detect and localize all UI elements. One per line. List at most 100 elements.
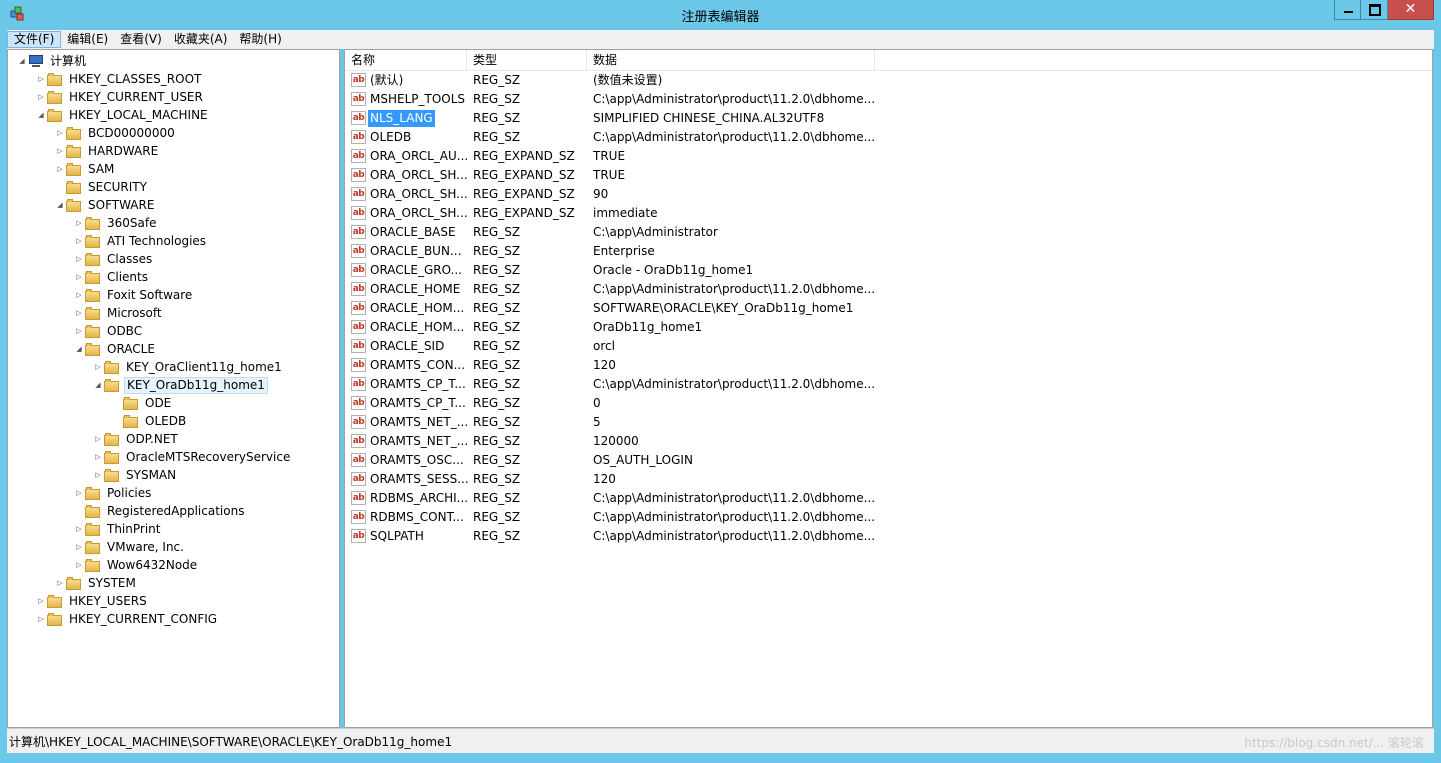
expand-arrow-icon[interactable]: ▷: [73, 556, 85, 574]
tree-node[interactable]: ▷ HKEY_CLASSES_ROOT: [35, 70, 203, 88]
tree-node[interactable]: ▷ Microsoft: [73, 304, 164, 322]
tree-node[interactable]: ▷ SAM: [54, 160, 116, 178]
value-row[interactable]: ab ORACLE_GRO... REG_SZ Oracle - OraDb11g_h…: [345, 261, 1432, 280]
collapse-arrow-icon[interactable]: ◢: [16, 52, 28, 70]
expand-arrow-icon[interactable]: ▷: [73, 268, 85, 286]
value-row[interactable]: ab ORA_ORCL_SH... REG_EXPAND_SZ 90: [345, 185, 1432, 204]
expand-arrow-icon[interactable]: ▷: [35, 610, 47, 628]
value-row[interactable]: ab ORA_ORCL_SH... REG_EXPAND_SZ TRUE: [345, 166, 1432, 185]
expand-arrow-icon[interactable]: ▷: [73, 232, 85, 250]
tree-node[interactable]: OLEDB: [111, 412, 188, 430]
expand-arrow-icon[interactable]: ▷: [73, 304, 85, 322]
expand-arrow-icon[interactable]: ▷: [54, 574, 66, 592]
close-button[interactable]: ✕: [1388, 0, 1434, 20]
minimize-button[interactable]: [1334, 0, 1361, 20]
tree-node[interactable]: ▷ KEY_OraClient11g_home1: [92, 358, 284, 376]
tree-node[interactable]: ▷ Clients: [73, 268, 150, 286]
tree-node[interactable]: SECURITY: [54, 178, 149, 196]
value-row[interactable]: ab ORAMTS_CP_T... REG_SZ C:\app\Administrat…: [345, 375, 1432, 394]
value-row[interactable]: ab MSHELP_TOOLS REG_SZ C:\app\Administrator…: [345, 90, 1432, 109]
tree-node[interactable]: ▷ SYSMAN: [92, 466, 178, 484]
collapse-arrow-icon[interactable]: ◢: [35, 106, 47, 124]
tree-node[interactable]: ▷ Classes: [73, 250, 154, 268]
collapse-arrow-icon[interactable]: ◢: [73, 340, 85, 358]
tree-node[interactable]: ▷ Policies: [73, 484, 153, 502]
value-row[interactable]: ab ORA_ORCL_SH... REG_EXPAND_SZ immediate: [345, 204, 1432, 223]
menu-edit[interactable]: 编辑(E): [61, 31, 114, 48]
menu-file[interactable]: 文件(F): [7, 31, 62, 48]
value-row[interactable]: ab RDBMS_CONT... REG_SZ C:\app\Administrato…: [345, 508, 1432, 527]
value-row[interactable]: ab ORAMTS_OSC... REG_SZ OS_AUTH_LOGIN: [345, 451, 1432, 470]
expand-arrow-icon[interactable]: ▷: [92, 430, 104, 448]
column-header-name[interactable]: 名称: [345, 50, 467, 70]
expand-arrow-icon[interactable]: ▷: [73, 250, 85, 268]
value-row[interactable]: ab ORA_ORCL_AU... REG_EXPAND_SZ TRUE: [345, 147, 1432, 166]
tree-node[interactable]: ▷ ODP.NET: [92, 430, 180, 448]
tree-node[interactable]: ▷ SYSTEM: [54, 574, 138, 592]
menu-favorites[interactable]: 收藏夹(A): [168, 31, 234, 48]
value-row[interactable]: ab (默认) REG_SZ (数值未设置): [345, 71, 1432, 90]
maximize-button[interactable]: [1361, 0, 1388, 20]
tree-node[interactable]: RegisteredApplications: [73, 502, 246, 520]
tree-node[interactable]: ▷ ThinPrint: [73, 520, 162, 538]
tree-node[interactable]: ◢ ORACLE: [73, 340, 157, 358]
expand-arrow-icon[interactable]: ▷: [73, 214, 85, 232]
value-row[interactable]: ab NLS_LANG REG_SZ SIMPLIFIED CHINESE_CHINA…: [345, 109, 1432, 128]
expand-arrow-icon[interactable]: ▷: [54, 124, 66, 142]
column-header-type[interactable]: 类型: [467, 50, 587, 70]
value-row[interactable]: ab ORACLE_SID REG_SZ orcl: [345, 337, 1432, 356]
expand-arrow-icon[interactable]: ▷: [92, 358, 104, 376]
tree-node[interactable]: ▷ VMware, Inc.: [73, 538, 186, 556]
expand-arrow-icon[interactable]: ▷: [54, 160, 66, 178]
value-row[interactable]: ab ORACLE_BASE REG_SZ C:\app\Administrator: [345, 223, 1432, 242]
tree-node[interactable]: ODE: [111, 394, 173, 412]
value-row[interactable]: ab ORACLE_HOM... REG_SZ SOFTWARE\ORACLE\KEY…: [345, 299, 1432, 318]
tree-node[interactable]: ◢ HKEY_LOCAL_MACHINE: [35, 106, 210, 124]
tree-node[interactable]: ▷ HKEY_CURRENT_CONFIG: [35, 610, 219, 628]
tree-node[interactable]: ◢ 计算机: [16, 52, 88, 70]
tree-node[interactable]: ▷ HKEY_CURRENT_USER: [35, 88, 205, 106]
collapse-arrow-icon[interactable]: ◢: [54, 196, 66, 214]
value-list[interactable]: 名称 类型 数据 ab (默认) REG_SZ (数值未设置) ab MSHELP_TOO…: [344, 49, 1433, 728]
key-tree[interactable]: ◢ 计算机 ▷ HKEY_CLASSES_ROOT ▷ HKEY_CURRENT_USER…: [7, 49, 340, 728]
tree-node[interactable]: ▷ ODBC: [73, 322, 144, 340]
tree-node[interactable]: ▷ Wow6432Node: [73, 556, 199, 574]
title-bar[interactable]: 注册表编辑器 ✕: [0, 0, 1441, 30]
tree-node[interactable]: ◢ KEY_OraDb11g_home1: [92, 376, 268, 394]
expand-arrow-icon[interactable]: ▷: [73, 538, 85, 556]
value-row[interactable]: ab ORAMTS_NET_... REG_SZ 120000: [345, 432, 1432, 451]
tree-node[interactable]: ▷ Foxit Software: [73, 286, 194, 304]
expand-arrow-icon[interactable]: ▷: [54, 142, 66, 160]
collapse-arrow-icon[interactable]: ◢: [92, 376, 104, 394]
tree-node[interactable]: ▷ BCD00000000: [54, 124, 177, 142]
tree-node[interactable]: ▷ OracleMTSRecoveryService: [92, 448, 292, 466]
expand-arrow-icon[interactable]: ▷: [73, 286, 85, 304]
menu-view[interactable]: 查看(V): [114, 31, 168, 48]
expand-arrow-icon[interactable]: ▷: [92, 466, 104, 484]
value-row[interactable]: ab ORACLE_HOM... REG_SZ OraDb11g_home1: [345, 318, 1432, 337]
expand-arrow-icon[interactable]: ▷: [35, 70, 47, 88]
value-row[interactable]: ab SQLPATH REG_SZ C:\app\Administrator\prod…: [345, 527, 1432, 546]
tree-node[interactable]: ▷ ATI Technologies: [73, 232, 208, 250]
tree-node[interactable]: ▷ HARDWARE: [54, 142, 160, 160]
menu-help[interactable]: 帮助(H): [233, 31, 287, 48]
tree-node[interactable]: ▷ HKEY_USERS: [35, 592, 149, 610]
expand-arrow-icon[interactable]: ▷: [35, 592, 47, 610]
tree-node[interactable]: ◢ SOFTWARE: [54, 196, 156, 214]
expand-arrow-icon[interactable]: ▷: [73, 322, 85, 340]
value-row[interactable]: ab RDBMS_ARCHI... REG_SZ C:\app\Administrat…: [345, 489, 1432, 508]
column-header-data[interactable]: 数据: [587, 50, 875, 70]
value-row[interactable]: ab ORAMTS_CP_T... REG_SZ 0: [345, 394, 1432, 413]
expand-arrow-icon[interactable]: ▷: [73, 484, 85, 502]
expand-arrow-icon[interactable]: ▷: [73, 520, 85, 538]
expand-arrow-icon[interactable]: ▷: [92, 448, 104, 466]
value-row[interactable]: ab ORAMTS_CON... REG_SZ 120: [345, 356, 1432, 375]
computer-icon: [28, 54, 44, 68]
value-row[interactable]: ab ORAMTS_SESS... REG_SZ 120: [345, 470, 1432, 489]
value-row[interactable]: ab OLEDB REG_SZ C:\app\Administrator\produc…: [345, 128, 1432, 147]
value-row[interactable]: ab ORACLE_BUN... REG_SZ Enterprise: [345, 242, 1432, 261]
tree-node[interactable]: ▷ 360Safe: [73, 214, 158, 232]
expand-arrow-icon[interactable]: ▷: [35, 88, 47, 106]
value-row[interactable]: ab ORAMTS_NET_... REG_SZ 5: [345, 413, 1432, 432]
value-row[interactable]: ab ORACLE_HOME REG_SZ C:\app\Administrator\…: [345, 280, 1432, 299]
